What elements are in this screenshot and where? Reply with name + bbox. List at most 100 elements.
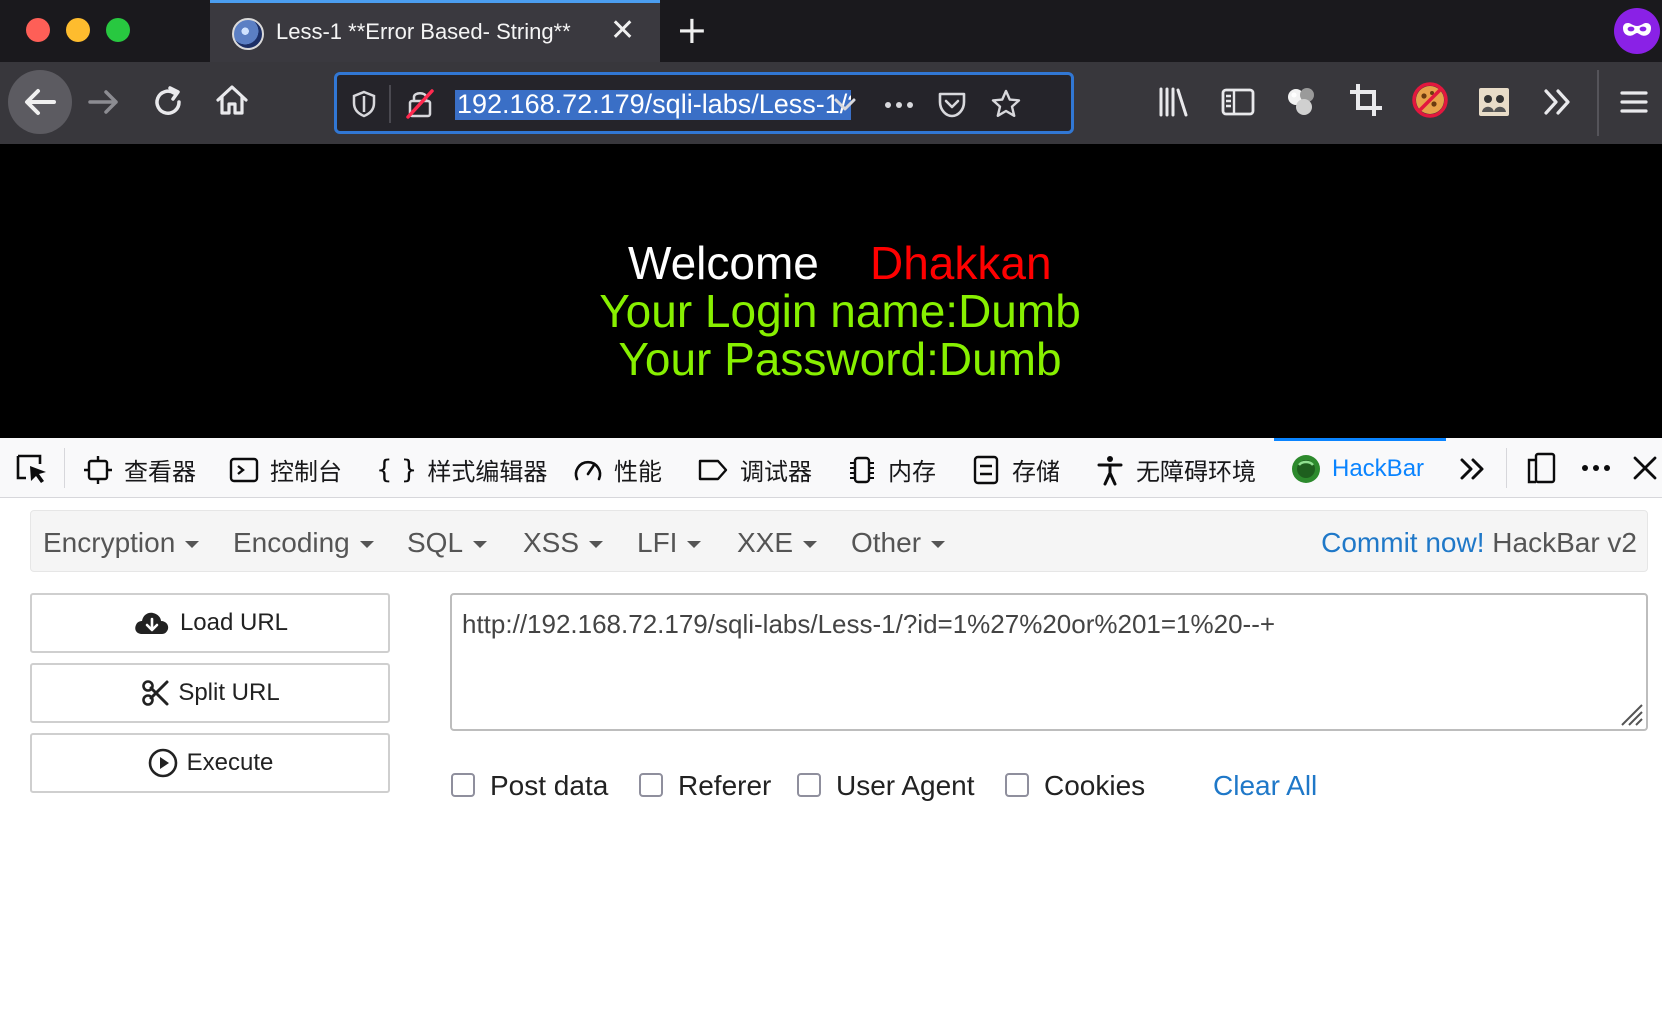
bookmark-star-icon[interactable] [989, 87, 1023, 121]
tab-style-editor[interactable]: { } 样式编辑器 [376, 452, 547, 487]
caret-down-icon [359, 541, 374, 549]
post-data-label: Post data [490, 770, 609, 801]
tab-console[interactable]: 控制台 [228, 452, 342, 487]
post-data-checkbox[interactable] [451, 773, 475, 797]
hamburger-menu-icon[interactable] [1614, 82, 1654, 122]
clear-all-link[interactable]: Clear All [1213, 770, 1317, 802]
sidebar-toggle-icon[interactable] [1218, 82, 1258, 122]
reload-icon[interactable] [148, 82, 188, 122]
screenshot-crop-icon[interactable] [1346, 80, 1386, 120]
menu-xss-label: XSS [523, 527, 580, 558]
cloud-download-icon [135, 612, 169, 634]
close-devtools-icon[interactable] [1630, 452, 1660, 484]
page-actions-more-icon[interactable] [881, 93, 917, 117]
devtools-divider [64, 448, 65, 488]
caret-down-icon [185, 541, 200, 549]
storage-icon [973, 455, 999, 484]
tab-hackbar-label: HackBar [1332, 455, 1425, 482]
password-text: Your Password:Dumb [618, 333, 1062, 385]
url-text[interactable]: 192.168.72.179/sqli-labs/Less-1/?id=1%27… [457, 89, 851, 120]
menu-sql[interactable]: SQL [407, 527, 488, 559]
menu-other[interactable]: Other [851, 527, 946, 559]
navigation-toolbar: 192.168.72.179/sqli-labs/Less-1/?id=1%27… [0, 62, 1662, 144]
welcome-name: Dhakkan [870, 237, 1052, 289]
debugger-icon [698, 459, 728, 480]
back-arrow-icon [25, 89, 56, 115]
menu-encoding[interactable]: Encoding [233, 527, 374, 559]
url-dropdown-chevron-icon[interactable] [831, 93, 859, 117]
inspector-icon [84, 455, 112, 484]
commit-now-link[interactable]: Commit now! [1321, 527, 1484, 558]
new-tab-button[interactable]: + [676, 8, 708, 52]
element-picker-icon[interactable] [14, 452, 50, 486]
scissors-icon [142, 680, 169, 706]
devtools-options-icon[interactable] [1578, 452, 1614, 484]
hackbar-menu: Encryption Encoding SQL XSS LFI XXE Othe… [30, 510, 1648, 572]
user-agent-switcher-icon[interactable] [1474, 82, 1514, 122]
tab-performance-label: 性能 [614, 459, 662, 486]
play-circle-icon [148, 748, 177, 778]
address-bar[interactable]: 192.168.72.179/sqli-labs/Less-1/?id=1%27… [334, 72, 1074, 134]
menu-xss[interactable]: XSS [523, 527, 604, 559]
tab-hackbar[interactable]: HackBar [1274, 438, 1446, 498]
menu-lfi[interactable]: LFI [637, 527, 702, 559]
tab-inspector[interactable]: 查看器 [82, 452, 196, 487]
pocket-icon[interactable] [935, 87, 969, 121]
menu-xxe[interactable]: XXE [737, 527, 818, 559]
hackbar-logo-icon [1292, 455, 1320, 483]
caret-down-icon [931, 541, 946, 549]
extension-spheres-icon[interactable] [1282, 80, 1322, 120]
responsive-design-icon[interactable] [1524, 450, 1560, 486]
home-icon[interactable] [212, 80, 252, 120]
close-window-button[interactable] [26, 18, 50, 42]
menu-xxe-label: XXE [737, 527, 794, 558]
load-url-button[interactable]: Load URL [30, 593, 390, 653]
browser-tab-active[interactable]: Less-1 **Error Based- String** ✕ [210, 0, 660, 62]
user-agent-checkbox[interactable] [797, 773, 821, 797]
menu-encoding-label: Encoding [233, 527, 350, 558]
maximize-window-button[interactable] [106, 18, 130, 42]
tab-storage[interactable]: 存储 [970, 452, 1060, 487]
referer-checkbox[interactable] [639, 773, 663, 797]
private-browsing-icon [1614, 8, 1660, 54]
hackbar-version: HackBar v2 [1492, 527, 1637, 558]
hackbar-url-value: http://192.168.72.179/sqli-labs/Less-1/?… [462, 609, 1276, 639]
resize-grip-icon[interactable] [1616, 699, 1644, 727]
tab-debugger-label: 调试器 [740, 459, 812, 486]
tab-style-editor-label: 样式编辑器 [427, 459, 548, 486]
insecure-lock-icon[interactable] [403, 87, 437, 121]
cookies-label: Cookies [1044, 770, 1146, 801]
more-tools-chevrons-icon[interactable] [1456, 452, 1490, 486]
site-favicon-icon [232, 18, 264, 50]
referer-label: Referer [678, 770, 772, 801]
minimize-window-button[interactable] [66, 18, 90, 42]
overflow-chevrons-icon[interactable] [1538, 82, 1578, 122]
menu-lfi-label: LFI [637, 527, 678, 558]
menu-encryption[interactable]: Encryption [43, 527, 200, 559]
tab-title: Less-1 **Error Based- String** [276, 19, 571, 44]
tab-performance[interactable]: 性能 [572, 452, 662, 487]
split-url-label: Split URL [178, 679, 280, 706]
tab-inspector-label: 查看器 [124, 459, 196, 486]
cookies-checkbox[interactable] [1005, 773, 1029, 797]
execute-button[interactable]: Execute [30, 733, 390, 793]
caret-down-icon [473, 541, 488, 549]
forward-arrow-icon[interactable] [84, 82, 124, 122]
close-tab-icon[interactable]: ✕ [610, 13, 635, 48]
user-agent-label: User Agent [836, 770, 975, 801]
tab-memory[interactable]: 内存 [846, 452, 936, 487]
hackbar-url-textarea[interactable]: http://192.168.72.179/sqli-labs/Less-1/?… [450, 593, 1648, 731]
menu-sql-label: SQL [407, 527, 464, 558]
tab-accessibility-label: 无障碍环境 [1136, 459, 1256, 486]
tab-debugger[interactable]: 调试器 [696, 452, 812, 487]
tracking-shield-icon[interactable] [349, 89, 379, 119]
tab-accessibility[interactable]: 无障碍环境 [1094, 452, 1256, 487]
split-url-button[interactable]: Split URL [30, 663, 390, 723]
execute-label: Execute [186, 749, 274, 776]
menu-other-label: Other [851, 527, 922, 558]
tab-console-label: 控制台 [270, 459, 342, 486]
library-icon[interactable] [1154, 82, 1194, 122]
cookie-blocker-icon[interactable] [1410, 80, 1450, 120]
performance-gauge-icon [574, 460, 602, 480]
back-button[interactable] [8, 70, 72, 134]
